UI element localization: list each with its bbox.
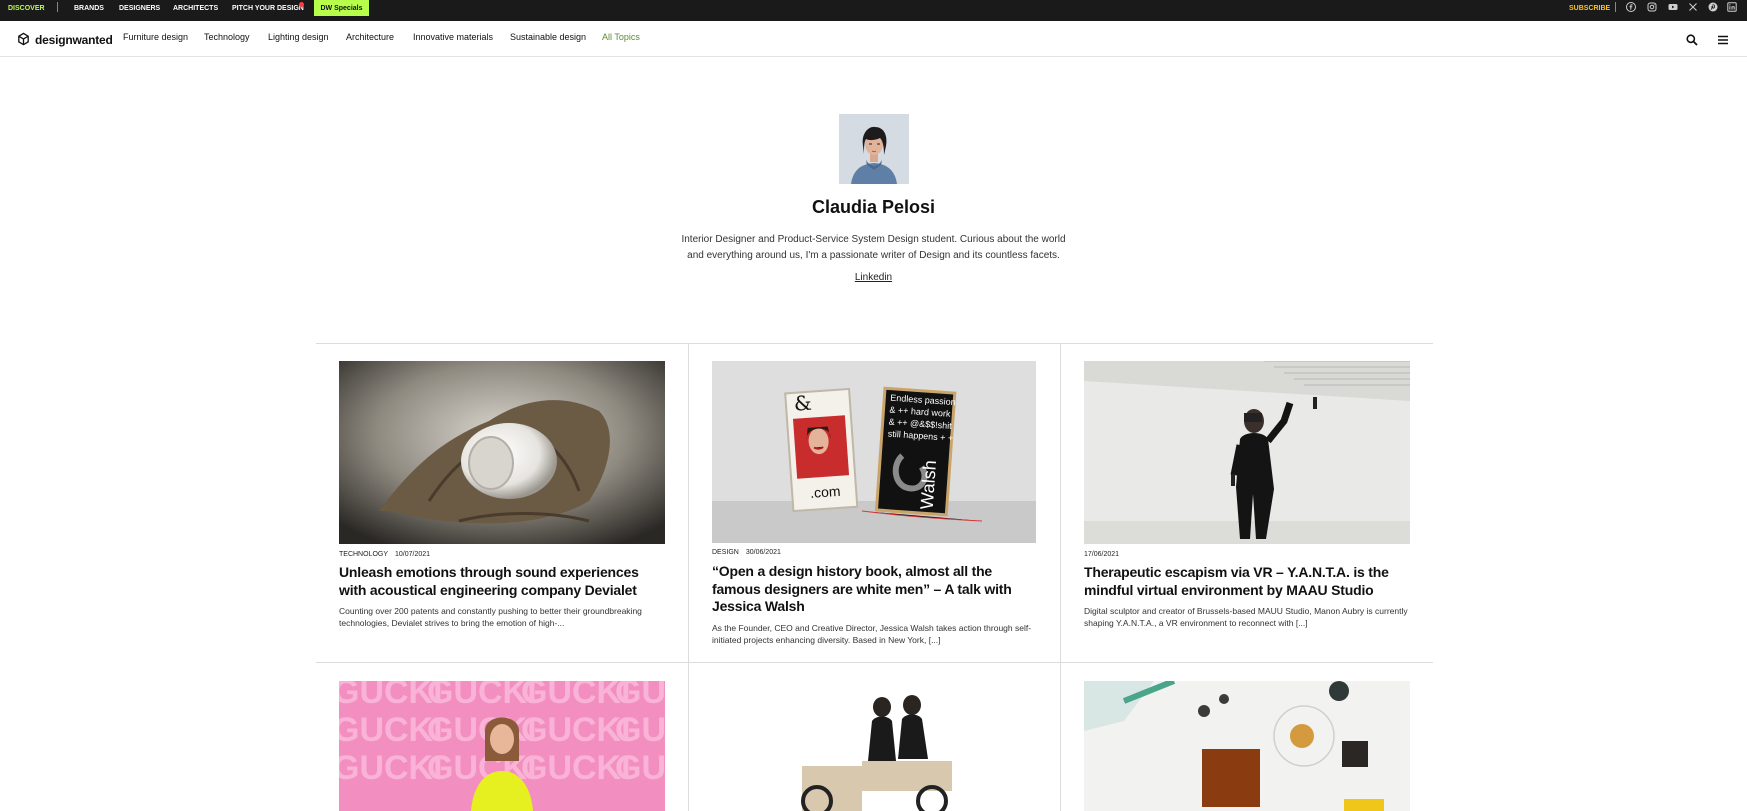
- article-title[interactable]: “Open a design history book, almost all …: [712, 563, 1036, 616]
- grid-divider: [1060, 343, 1061, 811]
- nav-link-furniture-design[interactable]: Furniture design: [123, 32, 188, 42]
- brands-link[interactable]: BRANDS: [74, 0, 104, 16]
- svg-text:&: &: [793, 391, 812, 416]
- article-date: 30/06/2021: [745, 549, 781, 556]
- article-title[interactable]: Unleash emotions through sound experienc…: [339, 564, 665, 599]
- article-title[interactable]: Therapeutic escapism via VR – Y.A.N.T.A.…: [1084, 564, 1410, 599]
- gucki-pattern: GUCKI: [615, 681, 665, 711]
- article-meta: TECHNOLOGY 10/07/2021: [339, 551, 430, 558]
- grid-divider: [316, 343, 1433, 344]
- article-meta: DESIGN 30/06/2021: [712, 549, 781, 556]
- article-date: 10/07/2021: [395, 551, 431, 558]
- notification-dot: [299, 2, 304, 7]
- instagram-icon[interactable]: [1646, 1, 1658, 13]
- gucki-pattern: GUCKI: [615, 711, 665, 749]
- designers-link[interactable]: DESIGNERS: [119, 0, 160, 16]
- pinterest-icon[interactable]: [1707, 1, 1719, 13]
- nav-link-architecture[interactable]: Architecture: [346, 32, 394, 42]
- nav-link-innovative-materials[interactable]: Innovative materials: [413, 32, 493, 42]
- search-icon[interactable]: [1685, 33, 1699, 47]
- logo-icon: [18, 32, 29, 46]
- architects-link[interactable]: ARCHITECTS: [173, 0, 218, 16]
- article-category[interactable]: DESIGN: [712, 549, 739, 556]
- linkedin-link-wrapper: Linkedin: [700, 272, 1047, 283]
- discover-link[interactable]: DISCOVER: [8, 0, 45, 16]
- poster-right-name: Walsh: [917, 460, 940, 511]
- logo-text: designwanted: [35, 32, 113, 47]
- dw-specials-button[interactable]: DW Specials: [314, 0, 369, 16]
- nav-link-technology[interactable]: Technology: [204, 32, 250, 42]
- author-name: Claudia Pelosi: [811, 197, 936, 217]
- author-avatar: [839, 114, 909, 184]
- article-date: 17/06/2021: [1084, 551, 1120, 558]
- poster-left-text: .com: [810, 483, 841, 501]
- divider: [57, 2, 58, 12]
- article-excerpt: Counting over 200 patents and constantly…: [339, 606, 642, 628]
- gucki-pattern: GUCKI: [615, 749, 665, 787]
- nav-link-lighting-design[interactable]: Lighting design: [268, 32, 329, 42]
- menu-icon[interactable]: [1716, 33, 1730, 47]
- x-icon[interactable]: [1687, 1, 1699, 13]
- site-logo[interactable]: designwanted: [16, 31, 113, 48]
- linkedin-icon[interactable]: [1726, 1, 1738, 13]
- article-excerpt: As the Founder, CEO and Creative Directo…: [712, 623, 1032, 645]
- article-image-jessica-walsh[interactable]: .com & Endless passion & ++ hard work & …: [712, 361, 1036, 543]
- grid-divider: [316, 662, 1433, 663]
- nav-link-all-topics[interactable]: All Topics: [602, 32, 640, 42]
- linkedin-link[interactable]: Linkedin: [855, 272, 892, 283]
- top-bar: DISCOVER BRANDS DESIGNERS ARCHITECTS PIT…: [0, 0, 1747, 21]
- article-image-gucki[interactable]: GUCKI GUCKI GUCKI GUCKI GUCKI GUCKI GUCK…: [339, 681, 665, 811]
- article-category[interactable]: TECHNOLOGY: [339, 551, 388, 558]
- pitch-your-design-link[interactable]: PITCH YOUR DESIGN: [232, 0, 304, 16]
- main-nav: designwanted Furniture design Technology…: [0, 21, 1747, 57]
- article-image-materials[interactable]: [1084, 681, 1410, 811]
- divider: [1615, 2, 1616, 12]
- article-meta: 17/06/2021: [1084, 551, 1119, 558]
- nav-link-sustainable-design[interactable]: Sustainable design: [510, 32, 586, 42]
- article-image-devialet[interactable]: [339, 361, 665, 544]
- youtube-icon[interactable]: [1667, 1, 1679, 13]
- grid-divider: [688, 343, 689, 811]
- author-bio: Interior Designer and Product-Service Sy…: [681, 234, 1066, 261]
- subscribe-link[interactable]: SUBSCRIBE: [1569, 0, 1610, 16]
- article-image-cargo-bike[interactable]: [712, 681, 1036, 811]
- facebook-icon[interactable]: [1625, 1, 1637, 13]
- article-excerpt: Digital sculptor and creator of Brussels…: [1084, 606, 1408, 628]
- article-image-yanta-vr[interactable]: [1084, 361, 1410, 544]
